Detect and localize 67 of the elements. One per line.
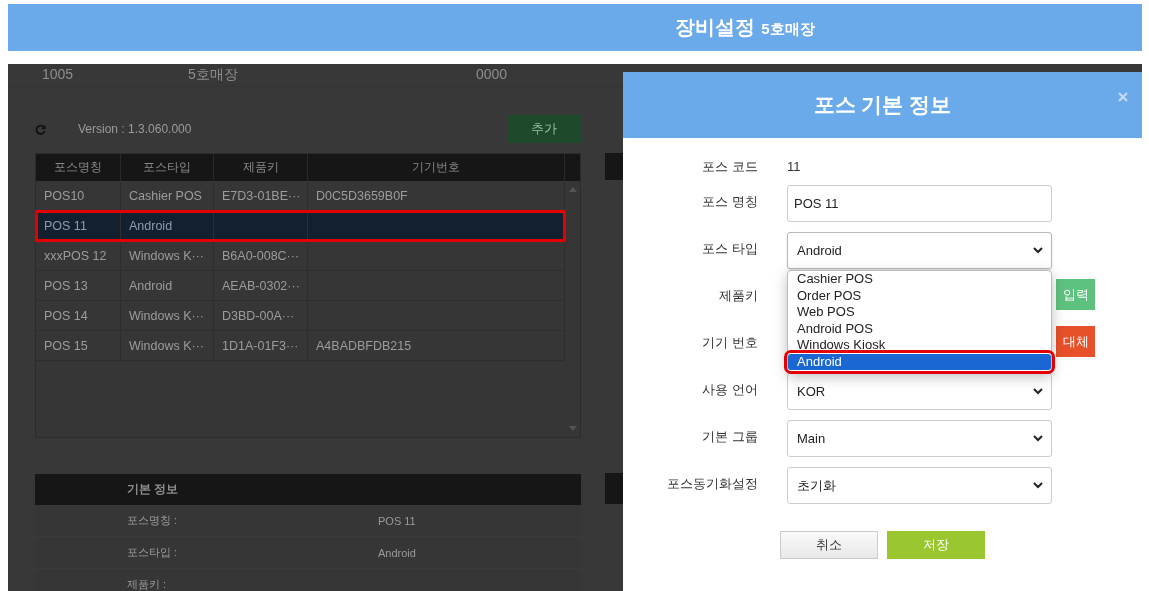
input-field[interactable]: POS 11 <box>787 185 1052 222</box>
dropdown-option[interactable]: Web POS <box>788 304 1051 321</box>
table-cell: D3BD-00A··· <box>222 308 295 323</box>
field-label: 제품키 <box>718 287 758 305</box>
table-cell: POS 13 <box>44 278 88 293</box>
table-cell: E7D3-01BE··· <box>222 188 301 203</box>
store-info-text: 5호매장 <box>188 66 238 84</box>
info-value: POS 11 <box>378 514 416 527</box>
version-text: Version : 1.3.060.000 <box>78 122 192 136</box>
table-cell: xxxPOS 12 <box>44 248 107 263</box>
close-icon[interactable] <box>1118 92 1128 102</box>
table-cell: Windows K··· <box>129 248 204 263</box>
table-cell: POS 15 <box>44 338 88 353</box>
table-cell: Cashier POS <box>129 188 202 203</box>
field-label: 포스동기화설정 <box>666 475 758 493</box>
dropdown-option[interactable]: Android POS <box>788 320 1051 337</box>
table-row[interactable]: POS 13 Android AEAB-0302··· <box>36 271 565 301</box>
table-cell: Android <box>129 278 173 293</box>
select-field[interactable]: Main <box>787 420 1052 457</box>
table-cell: D0C5D3659B0F <box>316 188 408 203</box>
scroll-up-icon[interactable] <box>568 187 577 192</box>
table-cell: POS 14 <box>44 308 88 323</box>
refresh-icon[interactable] <box>35 123 46 135</box>
chevron-down-icon <box>1033 247 1043 254</box>
chevron-down-icon <box>1033 482 1043 489</box>
info-label: 제품키 : <box>127 577 167 591</box>
modal-title: 포스 기본 정보 <box>813 92 952 118</box>
select-field[interactable]: Android <box>787 232 1052 269</box>
page-title: 장비설정 <box>675 15 756 40</box>
chevron-down-icon <box>1033 388 1043 395</box>
table-cell: Windows K··· <box>129 338 204 353</box>
field-label: 기기 번호 <box>701 334 758 352</box>
dropdown-option[interactable]: Windows Kiosk <box>788 337 1051 354</box>
table-cell: AEAB-0302··· <box>222 278 300 293</box>
table-cell: POS 11 <box>44 218 87 233</box>
panel-title: 기본 정보 <box>127 481 179 498</box>
table-cell: A4BADBFDB215 <box>316 338 412 353</box>
dropdown-option[interactable]: Order POS <box>788 287 1051 304</box>
pos-code-value: 11 <box>787 159 801 174</box>
table-row[interactable]: POS 11 Android <box>36 211 565 241</box>
scroll-down-icon[interactable] <box>568 426 577 431</box>
info-label: 포스명칭 : <box>127 513 178 528</box>
field-label: 기본 그룹 <box>701 428 758 446</box>
field-label: 포스 타입 <box>701 240 758 258</box>
table-cell: Windows K··· <box>129 308 204 323</box>
table-row[interactable]: POS 15 Windows K··· 1D1A-01F3··· A4BADBFDB215 <box>36 331 565 361</box>
cancel-button[interactable]: 취소 <box>780 531 878 559</box>
table-cell: B6A0-008C··· <box>222 248 300 263</box>
table-cell: 1D1A-01F3··· <box>222 338 299 353</box>
select-field[interactable]: KOR <box>787 373 1052 410</box>
info-label: 포스타입 : <box>127 545 178 560</box>
table-row[interactable]: xxxPOS 12 Windows K··· B6A0-008C··· <box>36 241 565 271</box>
field-label: 포스 코드 <box>701 157 758 176</box>
chevron-down-icon <box>1033 435 1043 442</box>
action-button[interactable]: 대체 <box>1056 326 1095 357</box>
info-value: Android <box>378 546 416 559</box>
store-info-text: 1005 <box>42 66 74 82</box>
dropdown-option[interactable]: Cashier POS <box>788 271 1051 288</box>
table-row[interactable]: POS 14 Windows K··· D3BD-00A··· <box>36 301 565 331</box>
store-info-text: 0000 <box>476 66 508 82</box>
field-label: 포스 명칭 <box>701 193 758 211</box>
table-cell: Android <box>129 218 173 233</box>
add-button[interactable]: 추가 <box>507 115 581 143</box>
field-label: 사용 언어 <box>701 381 758 399</box>
table-cell: POS10 <box>44 188 85 203</box>
store-name: 5호매장 <box>761 20 815 39</box>
select-field[interactable]: 초기화 <box>787 467 1052 504</box>
